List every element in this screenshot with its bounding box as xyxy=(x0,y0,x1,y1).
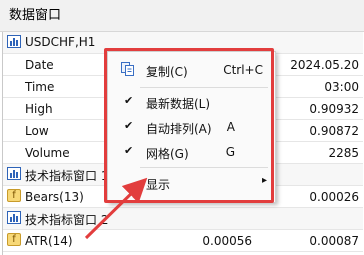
menu-item-copy[interactable]: 复制(C) Ctrl+C xyxy=(108,58,275,82)
menu-item-auto-arrange-shortcut: A xyxy=(226,120,235,134)
chart-icon xyxy=(7,35,21,48)
row-label-low: Low xyxy=(25,124,49,138)
menu-item-show-label: 显示 xyxy=(146,178,171,192)
group-header-label: 技术指标窗口 1 xyxy=(25,169,109,183)
row-label-high: High xyxy=(25,102,53,116)
menu-item-copy-label: 复制(C) xyxy=(146,65,188,79)
menu-item-auto-arrange-label: 自动排列(A) xyxy=(146,122,212,136)
row-label-volume: Volume xyxy=(25,146,70,160)
menu-item-grid-shortcut: G xyxy=(225,145,235,159)
checkmark-icon: ✔ xyxy=(124,94,134,107)
row-value-time: 03:00 xyxy=(324,80,359,94)
menu-item-latest-data[interactable]: ✔ 最新数据(L) xyxy=(108,90,275,114)
context-menu: 复制(C) Ctrl+C ✔ 最新数据(L) ✔ 自动排列(A) A ✔ 网格(… xyxy=(107,51,276,203)
chart-icon xyxy=(7,167,21,180)
group-header-label: 技术指标窗口 2 xyxy=(25,213,109,227)
checkmark-icon: ✔ xyxy=(124,119,134,132)
menu-item-grid-label: 网格(G) xyxy=(146,147,189,161)
submenu-arrow-icon: ▸ xyxy=(261,175,267,186)
menu-item-copy-shortcut: Ctrl+C xyxy=(223,63,263,77)
row-value-bears: 0.00026 xyxy=(309,190,359,204)
row-label-atr: ATR(14) xyxy=(25,234,73,248)
row-label-time: Time xyxy=(25,80,55,94)
row-value-low: 0.90872 xyxy=(309,124,359,138)
chart-icon xyxy=(7,211,21,224)
row-value-date: 2024.05.20 xyxy=(290,58,359,72)
indicator-icon: f xyxy=(7,233,21,246)
indicator-icon: f xyxy=(7,189,21,202)
row-value-atr-1: 0.00056 xyxy=(202,234,252,248)
checkmark-icon: ✔ xyxy=(124,144,134,157)
row-label-date: Date xyxy=(25,58,54,72)
table-row[interactable]: f ATR(14) 0.00056 0.00087 xyxy=(3,230,363,252)
row-value-atr-2: 0.00087 xyxy=(309,234,359,248)
menu-separator xyxy=(140,167,268,168)
menu-item-grid[interactable]: ✔ 网格(G) G xyxy=(108,140,275,164)
group-header-indicator-2[interactable]: 技术指标窗口 2 xyxy=(3,208,363,230)
row-value-volume: 2285 xyxy=(328,146,359,160)
window-title: 数据窗口 xyxy=(0,0,364,32)
menu-item-show[interactable]: 显示 ▸ xyxy=(108,171,275,195)
row-value-high: 0.90932 xyxy=(309,102,359,116)
menu-item-auto-arrange[interactable]: ✔ 自动排列(A) A xyxy=(108,115,275,139)
row-label-bears: Bears(13) xyxy=(25,190,84,204)
menu-item-latest-data-label: 最新数据(L) xyxy=(146,97,211,111)
group-header-label: USDCHF,H1 xyxy=(25,35,96,49)
copy-icon xyxy=(121,62,134,76)
menu-separator xyxy=(140,87,268,88)
